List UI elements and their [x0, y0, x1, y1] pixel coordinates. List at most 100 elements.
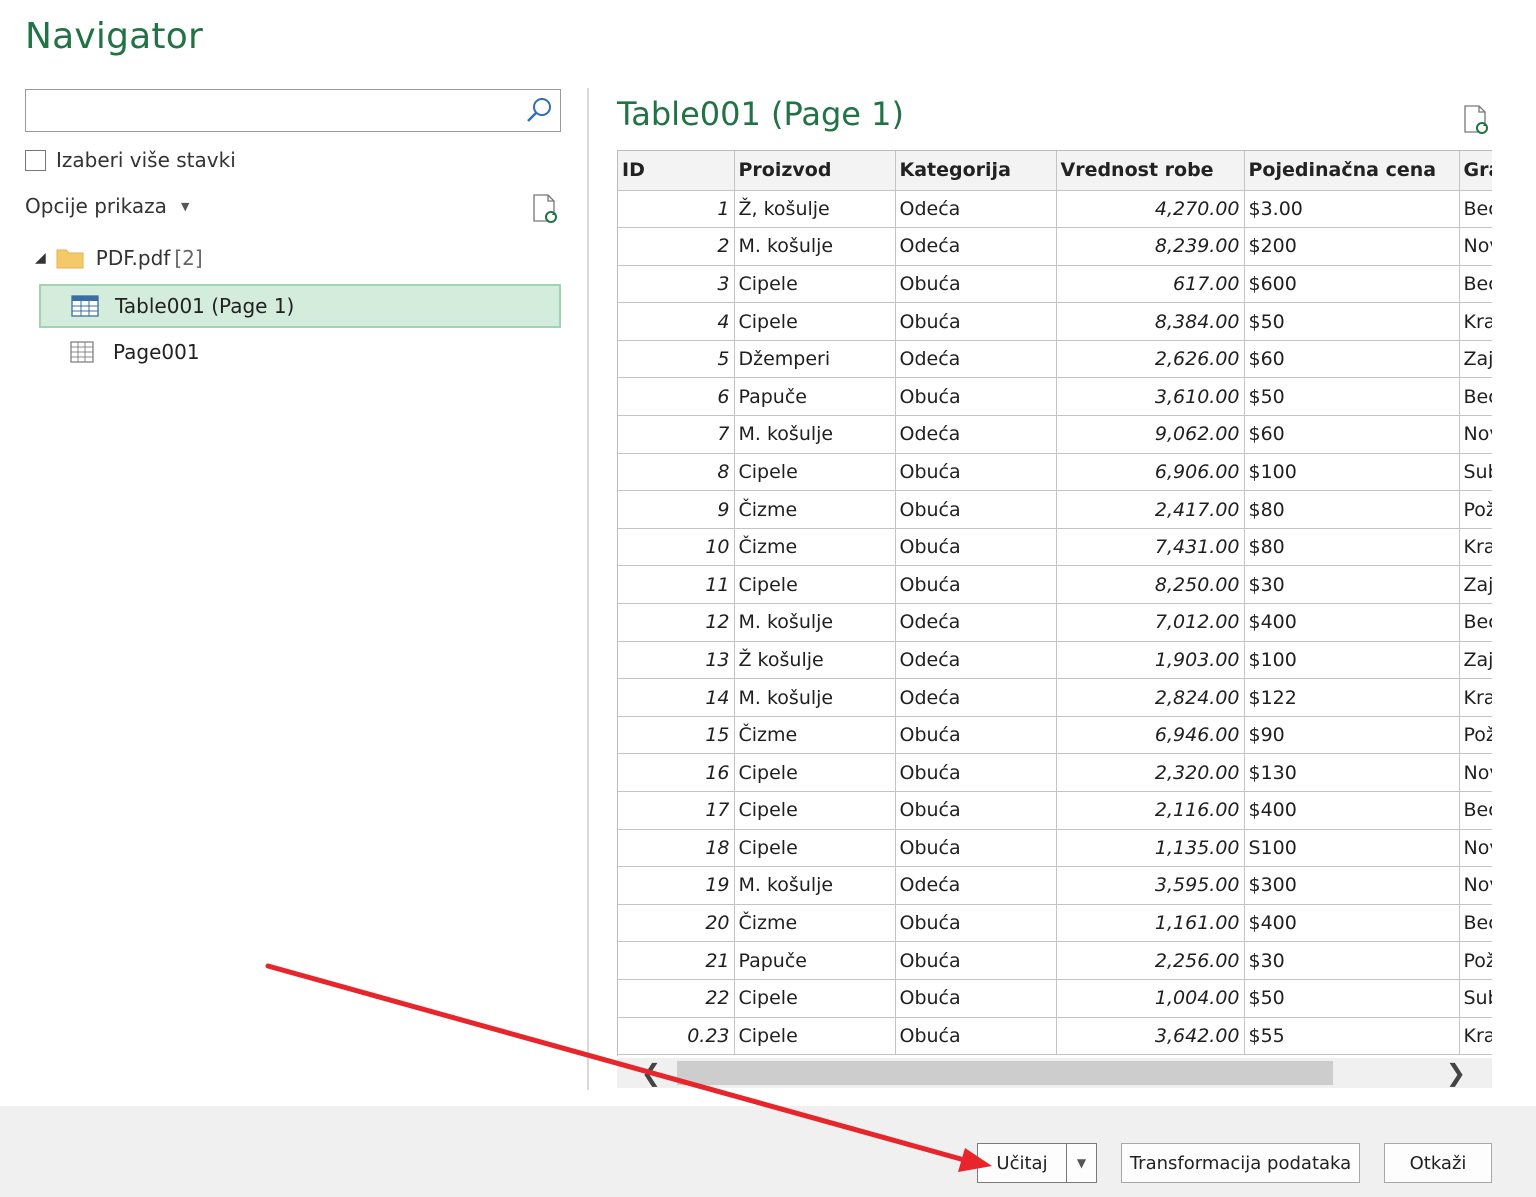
table-cell: $122: [1244, 678, 1460, 717]
table-cell: $80: [1244, 528, 1460, 567]
table-row: 13 Ž košulje Odeća 1,903.00 $100 Zaj: [618, 641, 1492, 680]
table-cell: 1,004.00: [1056, 979, 1245, 1018]
table-cell: 19: [618, 866, 735, 905]
table-cell: Obuća: [895, 716, 1057, 755]
tree-item-page001[interactable]: Page001: [39, 330, 561, 374]
table-cell: Obuća: [895, 565, 1057, 605]
table-row: 12M. košuljeOdeća7,012.00$400Bec: [618, 603, 1492, 642]
load-button[interactable]: Učitaj: [977, 1143, 1067, 1183]
table-cell: Pož: [1459, 941, 1492, 980]
table-cell: Bec: [1459, 904, 1492, 943]
scroll-left-icon[interactable]: ❮: [641, 1059, 661, 1087]
table-cell: Odeća: [895, 866, 1057, 905]
multi-select-option[interactable]: Izaberi više stavki: [25, 148, 236, 172]
table-cell: 3: [618, 265, 735, 304]
tree-item-table001[interactable]: Table001 (Page 1): [39, 284, 561, 328]
table-row: 14M. košuljeOdeća2,824.00$122Kra: [618, 678, 1492, 717]
table-cell: Cipele: [734, 453, 896, 492]
dialog-title: Navigator: [25, 16, 203, 57]
refresh-icon[interactable]: [530, 193, 560, 225]
table-cell: M. košulje: [734, 415, 896, 454]
table-cell: Bec: [1459, 603, 1492, 642]
table-cell: M. košulje: [734, 227, 896, 266]
transform-data-button[interactable]: Transformacija podataka: [1121, 1143, 1360, 1183]
table-cell: $60: [1244, 415, 1460, 454]
scrollbar-thumb[interactable]: [677, 1061, 1333, 1085]
table-cell: 2,417.00: [1056, 490, 1245, 529]
table-cell: Čizme: [734, 904, 896, 943]
table-cell: $50: [1244, 302, 1460, 341]
expand-triangle-icon[interactable]: ◢: [35, 250, 46, 266]
table-cell: Nov: [1459, 227, 1492, 266]
scroll-right-icon[interactable]: ❯: [1446, 1059, 1466, 1087]
table-row: 20ČizmeObuća1,161.00$400Bec: [618, 904, 1492, 943]
table-cell: Obuća: [895, 904, 1057, 943]
table-cell: Zaj: [1459, 641, 1492, 680]
table-cell: Cipele: [734, 565, 896, 605]
table-cell: 18: [618, 829, 735, 868]
refresh-icon[interactable]: [1461, 104, 1491, 136]
table-cell: Zaj: [1459, 565, 1492, 605]
table-cell: 10: [618, 528, 735, 567]
search-input[interactable]: [25, 89, 561, 132]
table-cell: $30: [1244, 941, 1460, 980]
column-header[interactable]: Pojedinačna cena: [1244, 151, 1460, 191]
table-cell: Obuća: [895, 829, 1057, 868]
table-cell: 7,012.00: [1056, 603, 1245, 642]
table-cell: 7: [618, 415, 735, 454]
table-cell: Cipele: [734, 1017, 896, 1056]
table-cell: Obuća: [895, 528, 1057, 567]
tree-item-label: Page001: [113, 340, 200, 364]
view-options-dropdown[interactable]: Opcije prikaza ▼: [25, 194, 189, 218]
table-cell: Cipele: [734, 829, 896, 868]
table-cell: Obuća: [895, 979, 1057, 1018]
table-cell: M. košulje: [734, 678, 896, 717]
pane-divider[interactable]: [587, 88, 589, 1090]
column-header[interactable]: Kategorija: [895, 151, 1057, 191]
folder-name: PDF.pdf: [95, 246, 171, 270]
horizontal-scrollbar[interactable]: ❮ ❯: [617, 1058, 1492, 1088]
data-table: ID Proizvod Kategorija Vrednost robe Pojedin…: [618, 151, 1492, 1056]
table-cell: $400: [1244, 603, 1460, 642]
table-row: 19M. košuljeOdeća3,595.00$300Nov: [618, 866, 1492, 905]
chevron-down-icon: ▼: [1076, 1156, 1087, 1170]
table-cell: $100: [1244, 641, 1460, 680]
data-preview-grid[interactable]: ID Proizvod Kategorija Vrednost robe Pojedin…: [617, 150, 1492, 1056]
table-header-row: ID Proizvod Kategorija Vrednost robe Pojedin…: [618, 151, 1492, 191]
column-header[interactable]: Gra: [1459, 151, 1492, 191]
cancel-button[interactable]: Otkaži: [1384, 1143, 1492, 1183]
table-cell: Odeća: [895, 603, 1057, 642]
table-cell: Pož: [1459, 490, 1492, 529]
table-row: 9ČizmeObuća2,417.00$80Pož: [618, 490, 1492, 529]
table-cell: $400: [1244, 904, 1460, 943]
load-dropdown-button[interactable]: ▼: [1066, 1143, 1097, 1183]
search-icon[interactable]: [524, 95, 554, 125]
column-header[interactable]: ID: [618, 151, 735, 191]
folder-count: [2]: [174, 246, 203, 270]
table-cell: Čizme: [734, 716, 896, 755]
table-body: 1Ž, košuljeOdeća4,270.00$3.00Bec2M. košu…: [618, 190, 1492, 1056]
column-header[interactable]: Vrednost robe: [1056, 151, 1245, 191]
table-cell: 3,610.00: [1056, 377, 1245, 417]
multi-select-checkbox[interactable]: [25, 149, 46, 171]
table-cell: 0.23: [618, 1017, 735, 1056]
table-cell: Pož: [1459, 716, 1492, 755]
table-cell: 17: [618, 791, 735, 830]
tree-folder[interactable]: ◢ PDF.pdf [2]: [35, 246, 203, 270]
table-cell: $50: [1244, 979, 1460, 1018]
table-cell: $3.00: [1244, 190, 1460, 229]
table-cell: 8,384.00: [1056, 302, 1245, 341]
table-cell: Cipele: [734, 753, 896, 792]
table-cell: Bec: [1459, 265, 1492, 304]
table-row: 22CipeleObuća1,004.00$50Sub: [618, 979, 1492, 1018]
table-cell: 2,824.00: [1056, 678, 1245, 717]
column-header[interactable]: Proizvod: [734, 151, 896, 191]
table-cell: $200: [1244, 227, 1460, 266]
table-row: 2M. košuljeOdeća8,239.00$200Nov: [618, 227, 1492, 266]
tree-item-label: Table001 (Page 1): [115, 294, 295, 318]
table-cell: Obuća: [895, 453, 1057, 492]
table-cell: Kra: [1459, 1017, 1492, 1056]
table-cell: Cipele: [734, 979, 896, 1018]
table-row: 16CipeleObuća2,320.00$130Nov: [618, 753, 1492, 792]
table-cell: Džemperi: [734, 340, 896, 379]
